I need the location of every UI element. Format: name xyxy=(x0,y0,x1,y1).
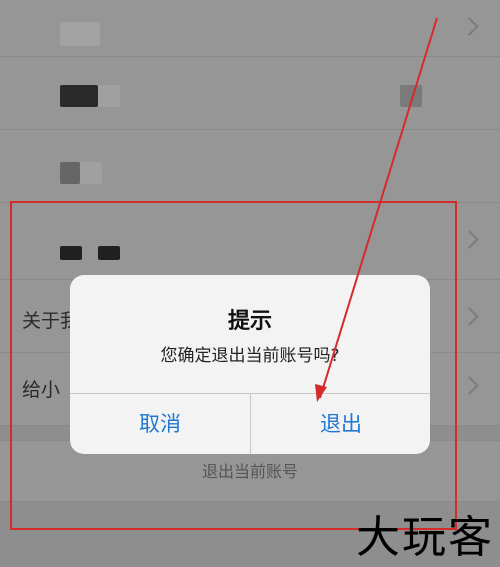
watermark-logo: 大玩客 xyxy=(356,512,494,563)
annotation-arrow xyxy=(315,17,438,402)
